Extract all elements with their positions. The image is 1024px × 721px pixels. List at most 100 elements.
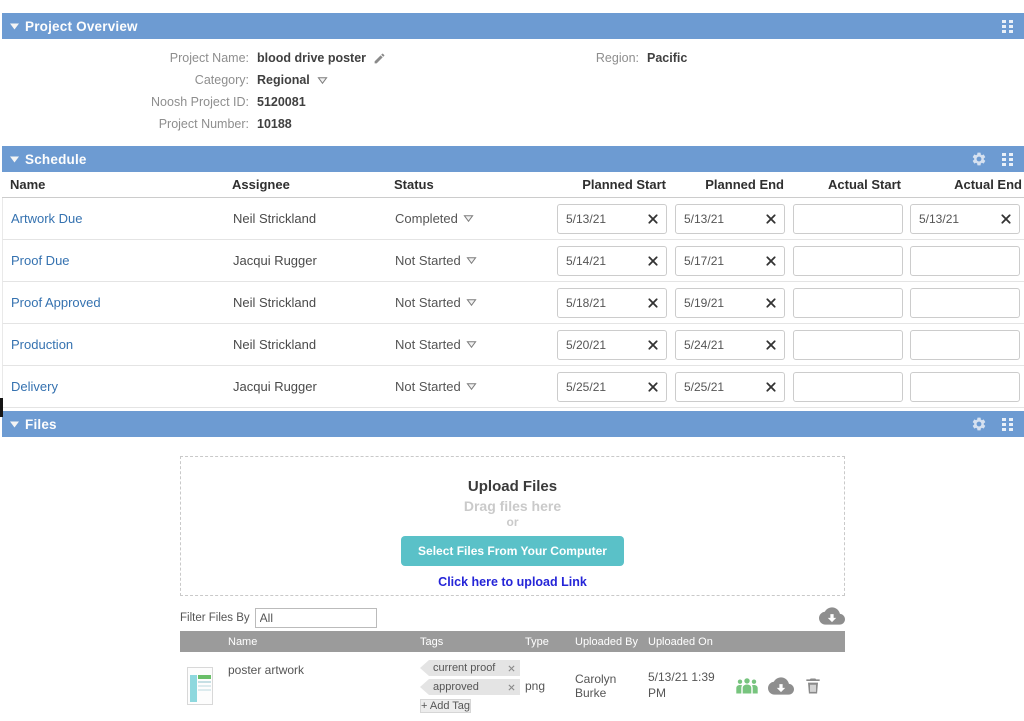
planned-start-input[interactable]: 5/20/21 — [557, 330, 667, 360]
grid-menu-icon[interactable] — [1001, 19, 1014, 33]
cloud-download-icon[interactable] — [768, 677, 794, 695]
settings-gear-icon[interactable] — [971, 151, 987, 167]
files-header[interactable]: Files — [2, 411, 1024, 437]
noosh-project-id-value: 5120081 — [257, 95, 306, 109]
clear-x-icon[interactable] — [648, 298, 658, 308]
clear-x-icon[interactable] — [648, 214, 658, 224]
remove-tag-icon[interactable] — [508, 684, 515, 691]
task-status-dropdown[interactable]: Completed — [395, 211, 549, 226]
collapse-caret-icon[interactable] — [10, 421, 19, 428]
tag-label: approved — [433, 681, 479, 693]
clear-x-icon[interactable] — [766, 214, 776, 224]
actual-end-input[interactable] — [910, 330, 1020, 360]
planned-start-input[interactable]: 5/18/21 — [557, 288, 667, 318]
planned-start-input[interactable]: 5/14/21 — [557, 246, 667, 276]
file-uploaded-on: 5/13/21 1:39 PM — [648, 670, 725, 701]
task-status-dropdown[interactable]: Not Started — [395, 337, 549, 352]
pencil-icon[interactable] — [373, 52, 386, 65]
col-actual-end: Actual End — [901, 177, 1024, 192]
col-planned-start: Planned Start — [548, 177, 666, 192]
col-actual-start: Actual Start — [784, 177, 901, 192]
tag-chip: approved — [420, 679, 520, 695]
project-overview-section: Project Overview Project Name: blood dri… — [2, 13, 1024, 143]
file-thumbnail[interactable] — [187, 667, 213, 705]
planned-end-input[interactable]: 5/13/21 — [675, 204, 785, 234]
fcol-uploaded-on: Uploaded On — [648, 636, 725, 648]
actual-start-input[interactable] — [793, 288, 903, 318]
planned-end-input[interactable]: 5/25/21 — [675, 372, 785, 402]
file-uploaded-by: Carolyn Burke — [575, 672, 648, 700]
schedule-table-row: Delivery Jacqui Rugger Not Started 5/25/… — [2, 366, 1024, 408]
fcol-type: Type — [525, 636, 575, 648]
trash-icon[interactable] — [803, 676, 823, 696]
filter-files-input[interactable] — [255, 608, 377, 628]
task-name-link[interactable]: Delivery — [11, 379, 58, 394]
actual-start-input[interactable] — [793, 204, 903, 234]
task-status-dropdown[interactable]: Not Started — [395, 295, 549, 310]
region-value: Pacific — [647, 51, 687, 65]
planned-start-input[interactable]: 5/13/21 — [557, 204, 667, 234]
noosh-project-id-label: Noosh Project ID: — [2, 95, 257, 109]
clear-x-icon[interactable] — [648, 256, 658, 266]
tag-label: current proof — [433, 662, 495, 674]
upload-link-link[interactable]: Click here to upload Link — [181, 575, 844, 589]
upload-dropzone[interactable]: Upload Files Drag files here or Select F… — [180, 456, 845, 596]
project-fields-right: Region: Pacific — [522, 47, 1024, 135]
group-people-icon[interactable] — [735, 677, 759, 694]
category-value: Regional — [257, 73, 310, 87]
files-column-headers: Name Tags Type Uploaded By Uploaded On — [180, 631, 845, 652]
col-name: Name — [2, 177, 232, 192]
project-overview-header[interactable]: Project Overview — [2, 13, 1024, 39]
actual-end-input[interactable] — [910, 246, 1020, 276]
collapse-caret-icon[interactable] — [10, 156, 19, 163]
schedule-column-headers: Name Assignee Status Planned Start Plann… — [2, 172, 1024, 198]
task-status-dropdown[interactable]: Not Started — [395, 379, 549, 394]
grid-menu-icon[interactable] — [1001, 417, 1014, 431]
task-name-link[interactable]: Production — [11, 337, 73, 352]
region-label: Region: — [522, 51, 647, 65]
planned-end-input[interactable]: 5/17/21 — [675, 246, 785, 276]
files-rows: poster artwork current proof approved + … — [180, 652, 845, 721]
schedule-table-row: Production Neil Strickland Not Started 5… — [2, 324, 1024, 366]
file-tags: current proof approved + Add Tag — [420, 660, 525, 714]
clear-x-icon[interactable] — [766, 340, 776, 350]
col-assignee: Assignee — [232, 177, 394, 192]
add-tag-button[interactable]: + Add Tag — [420, 699, 471, 713]
clear-x-icon[interactable] — [648, 382, 658, 392]
dropdown-arrow-icon[interactable] — [317, 76, 328, 85]
actual-start-input[interactable] — [793, 372, 903, 402]
planned-start-input[interactable]: 5/25/21 — [557, 372, 667, 402]
task-name-link[interactable]: Proof Approved — [11, 295, 101, 310]
clear-x-icon[interactable] — [766, 382, 776, 392]
task-name-link[interactable]: Proof Due — [11, 253, 70, 268]
task-assignee: Neil Strickland — [233, 211, 395, 226]
clear-x-icon[interactable] — [766, 256, 776, 266]
task-assignee: Jacqui Rugger — [233, 253, 395, 268]
page: Project Overview Project Name: blood dri… — [0, 13, 1024, 721]
select-files-button[interactable]: Select Files From Your Computer — [401, 536, 624, 566]
task-name-link[interactable]: Artwork Due — [11, 211, 83, 226]
section-title-project-overview: Project Overview — [25, 19, 138, 34]
actual-end-input[interactable] — [910, 372, 1020, 402]
file-type: png — [525, 679, 575, 693]
task-status-dropdown[interactable]: Not Started — [395, 253, 549, 268]
actual-start-input[interactable] — [793, 246, 903, 276]
clear-x-icon[interactable] — [1001, 214, 1011, 224]
schedule-header[interactable]: Schedule — [2, 146, 1024, 172]
actual-end-input[interactable]: 5/13/21 — [910, 204, 1020, 234]
schedule-table-row: Artwork Due Neil Strickland Completed 5/… — [2, 198, 1024, 240]
actual-end-input[interactable] — [910, 288, 1020, 318]
clear-x-icon[interactable] — [766, 298, 776, 308]
scrollbar-artifact — [0, 398, 3, 417]
project-name-label: Project Name: — [2, 51, 257, 65]
cloud-download-icon[interactable] — [819, 607, 845, 630]
collapse-caret-icon[interactable] — [10, 23, 19, 30]
grid-menu-icon[interactable] — [1001, 152, 1014, 166]
remove-tag-icon[interactable] — [508, 665, 515, 672]
settings-gear-icon[interactable] — [971, 416, 987, 432]
planned-end-input[interactable]: 5/24/21 — [675, 330, 785, 360]
schedule-section: Schedule Name Assignee Status Planned St… — [2, 146, 1024, 408]
clear-x-icon[interactable] — [648, 340, 658, 350]
planned-end-input[interactable]: 5/19/21 — [675, 288, 785, 318]
actual-start-input[interactable] — [793, 330, 903, 360]
